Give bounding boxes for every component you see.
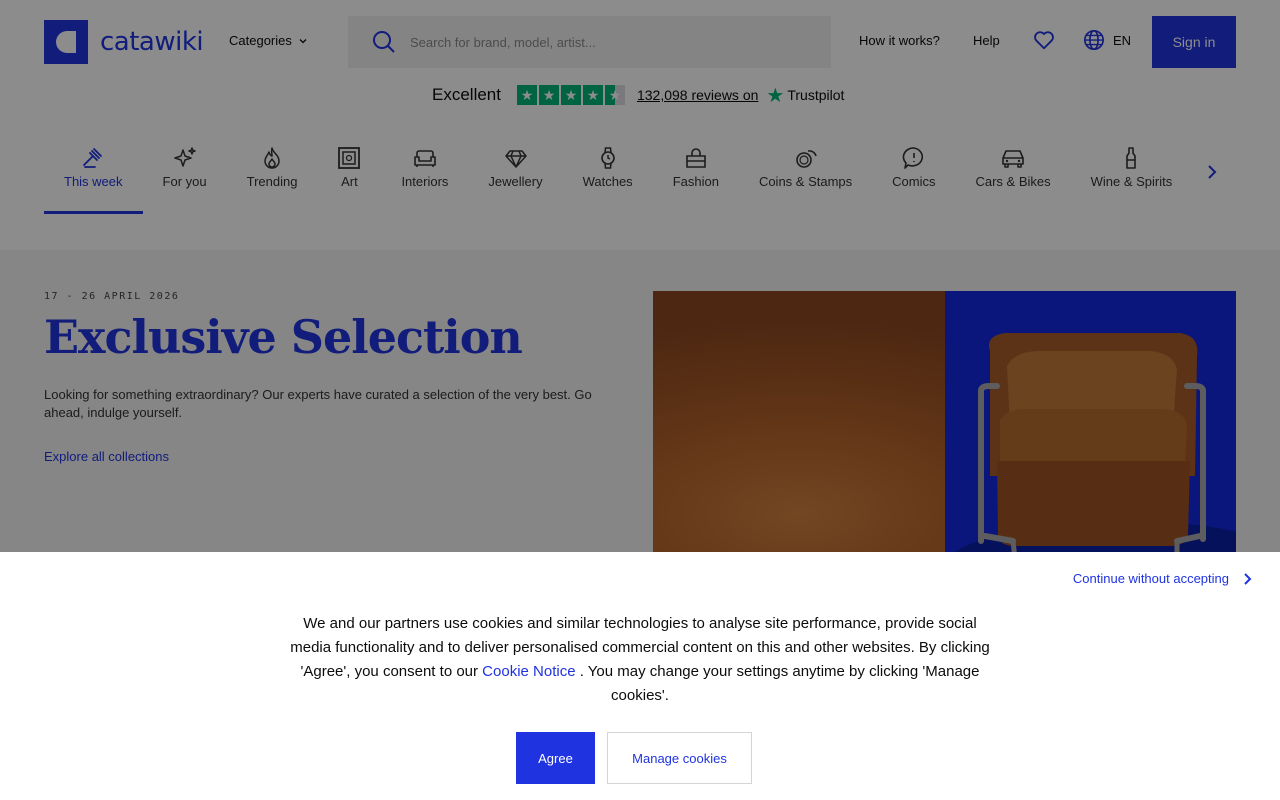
cookie-notice-link[interactable]: Cookie Notice bbox=[482, 663, 575, 680]
chevron-right-icon bbox=[1244, 572, 1252, 585]
cookie-text-after: . You may change your settings anytime b… bbox=[575, 663, 980, 704]
continue-without-accepting-link[interactable]: Continue without accepting bbox=[1073, 571, 1253, 586]
agree-button[interactable]: Agree bbox=[516, 732, 595, 784]
cookie-banner: Continue without accepting We and our pa… bbox=[0, 552, 1280, 800]
cookie-message: We and our partners use cookies and simi… bbox=[286, 612, 994, 708]
continue-label: Continue without accepting bbox=[1072, 571, 1229, 586]
manage-cookies-button[interactable]: Manage cookies bbox=[607, 732, 752, 784]
modal-overlay bbox=[0, 0, 1280, 552]
